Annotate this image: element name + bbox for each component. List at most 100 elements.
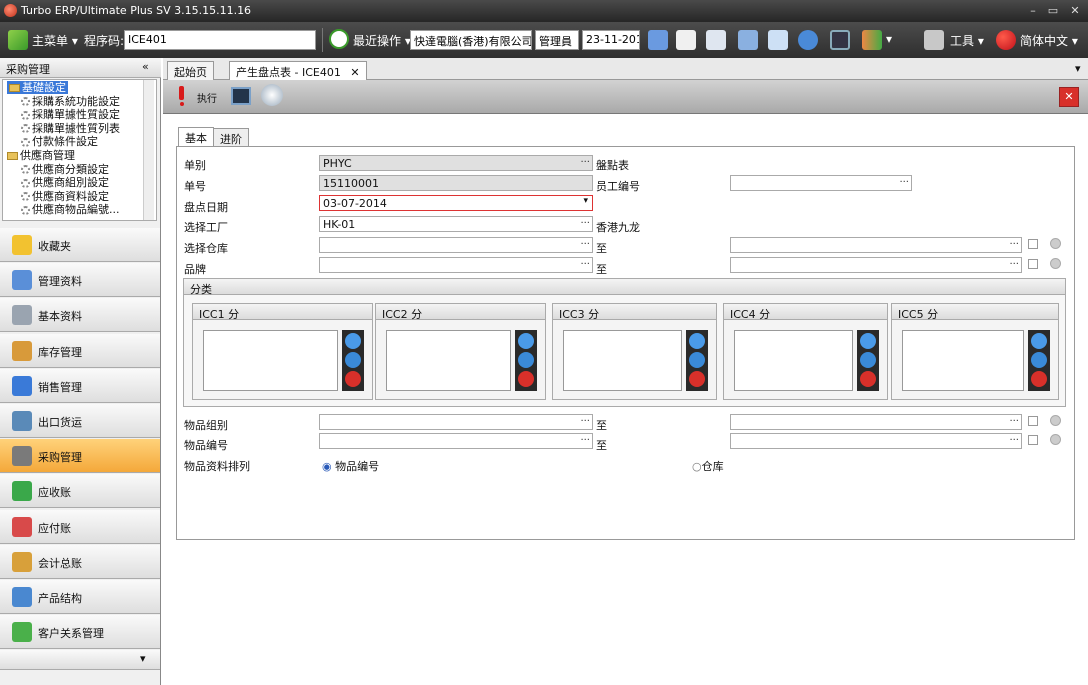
maximize-button[interactable]: ▭: [1044, 2, 1062, 20]
item-group-to-input[interactable]: ···: [730, 414, 1022, 430]
close-form-button[interactable]: ✕: [1059, 87, 1079, 107]
collapse-panel-button[interactable]: «: [142, 60, 149, 73]
magnifier-icon[interactable]: [518, 333, 534, 349]
subtab-advanced[interactable]: 进阶: [213, 128, 249, 147]
module-menu-item[interactable]: 库存管理: [0, 333, 160, 368]
doc-type-field[interactable]: PHYC ···: [319, 155, 593, 171]
tree-node[interactable]: 付款條件設定: [21, 135, 98, 148]
select-icon[interactable]: [1031, 352, 1047, 368]
delete-icon[interactable]: [860, 371, 876, 387]
warehouse-confirm-icon[interactable]: [1050, 238, 1061, 249]
subtab-basic[interactable]: 基本: [178, 127, 214, 147]
chart-tool-icon[interactable]: [862, 30, 882, 50]
tree-node[interactable]: 供應商資料設定: [21, 190, 109, 203]
magnifier-icon[interactable]: [689, 333, 705, 349]
sort-by-warehouse-radio[interactable]: ○仓库: [692, 458, 724, 474]
magnifier-icon[interactable]: [860, 333, 876, 349]
module-menu-item[interactable]: 应收账: [0, 474, 160, 509]
module-menu-item[interactable]: 会计总账: [0, 544, 160, 579]
window-title: Turbo ERP/Ultimate Plus SV 3.15.15.11.16: [21, 4, 252, 17]
tab-list-dropdown[interactable]: ▾: [1075, 62, 1081, 75]
execute-button[interactable]: 执行: [197, 90, 217, 105]
tab-generate-count-sheet[interactable]: 产生盘点表 - ICE401 ✕: [229, 61, 367, 80]
brand-from-input[interactable]: ···: [319, 257, 593, 273]
item-group-from-input[interactable]: ···: [319, 414, 593, 430]
count-date-picker[interactable]: 03-07-2014 ▾: [319, 195, 593, 211]
minimize-button[interactable]: –: [1024, 2, 1042, 20]
company-field[interactable]: 快達電腦(香港)有限公司: [410, 30, 532, 50]
more-modules-button[interactable]: ▾: [0, 650, 160, 671]
tree-node[interactable]: 供應商管理: [7, 149, 75, 162]
icc-list[interactable]: [902, 330, 1024, 391]
doc-no-field[interactable]: 15110001: [319, 175, 593, 191]
delete-icon[interactable]: [518, 371, 534, 387]
tree-node[interactable]: 供應商組別設定: [21, 176, 109, 189]
factory-input[interactable]: HK-01 ···: [319, 216, 593, 232]
brand-to-input[interactable]: ···: [730, 257, 1022, 273]
search-tool-icon[interactable]: [648, 30, 668, 50]
screen-icon[interactable]: [830, 30, 850, 50]
brand-checkbox[interactable]: [1028, 259, 1038, 269]
select-icon[interactable]: [518, 352, 534, 368]
module-menu-item[interactable]: 采购管理: [0, 439, 160, 474]
chart-tool-dropdown[interactable]: ▾: [886, 32, 892, 46]
warehouse-from-input[interactable]: ···: [319, 237, 593, 253]
select-icon[interactable]: [689, 352, 705, 368]
date-field[interactable]: 23-11-2015: [582, 30, 640, 50]
tree-node[interactable]: 採購系統功能設定: [21, 95, 120, 108]
icc-list[interactable]: [734, 330, 853, 391]
module-menu-item[interactable]: 收藏夹: [0, 228, 160, 262]
main-menu-button[interactable]: 主菜单 ▾: [32, 32, 78, 49]
tab-start-page[interactable]: 起始页: [167, 61, 214, 80]
select-icon[interactable]: [345, 352, 361, 368]
language-menu[interactable]: 简体中文 ▾: [1020, 32, 1078, 49]
module-menu-item[interactable]: 管理资料: [0, 263, 160, 298]
screen-preview-icon[interactable]: [231, 87, 251, 105]
close-tab-icon[interactable]: ✕: [350, 66, 359, 79]
module-menu-item[interactable]: 出口货运: [0, 404, 160, 438]
icc-list[interactable]: [203, 330, 338, 391]
schedule-icon[interactable]: [261, 84, 283, 106]
list-icon[interactable]: [706, 30, 726, 50]
tree-icon[interactable]: [738, 30, 758, 50]
home-icon[interactable]: [676, 30, 696, 50]
magnifier-icon[interactable]: [345, 333, 361, 349]
module-icon: [12, 516, 32, 537]
delete-icon[interactable]: [689, 371, 705, 387]
delete-icon[interactable]: [1031, 371, 1047, 387]
tree-node[interactable]: 採購單據性質列表: [21, 122, 120, 135]
tree-node[interactable]: 採購單據性質設定: [21, 108, 120, 121]
brand-confirm-icon[interactable]: [1050, 258, 1061, 269]
report-icon[interactable]: [768, 30, 788, 50]
select-icon[interactable]: [860, 352, 876, 368]
module-menu-item[interactable]: 产品结构: [0, 580, 160, 614]
icc-list[interactable]: [563, 330, 682, 391]
tools-menu[interactable]: 工具 ▾: [950, 32, 984, 49]
item-no-to-input[interactable]: ···: [730, 433, 1022, 449]
icc-list[interactable]: [386, 330, 511, 391]
module-menu-item[interactable]: 销售管理: [0, 368, 160, 403]
module-menu-item[interactable]: 应付账: [0, 509, 160, 544]
tree-node[interactable]: 基礎設定: [7, 81, 68, 94]
warehouse-checkbox[interactable]: [1028, 239, 1038, 249]
sort-by-item-no-radio[interactable]: ◉ 物品编号: [322, 458, 379, 474]
refresh-icon[interactable]: [798, 30, 818, 50]
item-group-checkbox[interactable]: [1028, 416, 1038, 426]
tree-scrollbar[interactable]: [143, 80, 154, 220]
user-field[interactable]: 管理員: [535, 30, 579, 50]
item-no-from-input[interactable]: ···: [319, 433, 593, 449]
item-group-confirm-icon[interactable]: [1050, 415, 1061, 426]
magnifier-icon[interactable]: [1031, 333, 1047, 349]
close-window-button[interactable]: ✕: [1066, 2, 1084, 20]
delete-icon[interactable]: [345, 371, 361, 387]
item-no-checkbox[interactable]: [1028, 435, 1038, 445]
module-menu-item[interactable]: 客户关系管理: [0, 615, 160, 650]
item-no-confirm-icon[interactable]: [1050, 434, 1061, 445]
program-code-input[interactable]: ICE401: [124, 30, 316, 50]
tree-node[interactable]: 供應商物品編號...: [21, 203, 120, 216]
tree-node[interactable]: 供應商分類設定: [21, 163, 109, 176]
recent-operations-button[interactable]: 最近操作 ▾: [353, 32, 411, 49]
module-menu-item[interactable]: 基本资料: [0, 298, 160, 333]
employee-no-input[interactable]: ···: [730, 175, 912, 191]
warehouse-to-input[interactable]: ···: [730, 237, 1022, 253]
